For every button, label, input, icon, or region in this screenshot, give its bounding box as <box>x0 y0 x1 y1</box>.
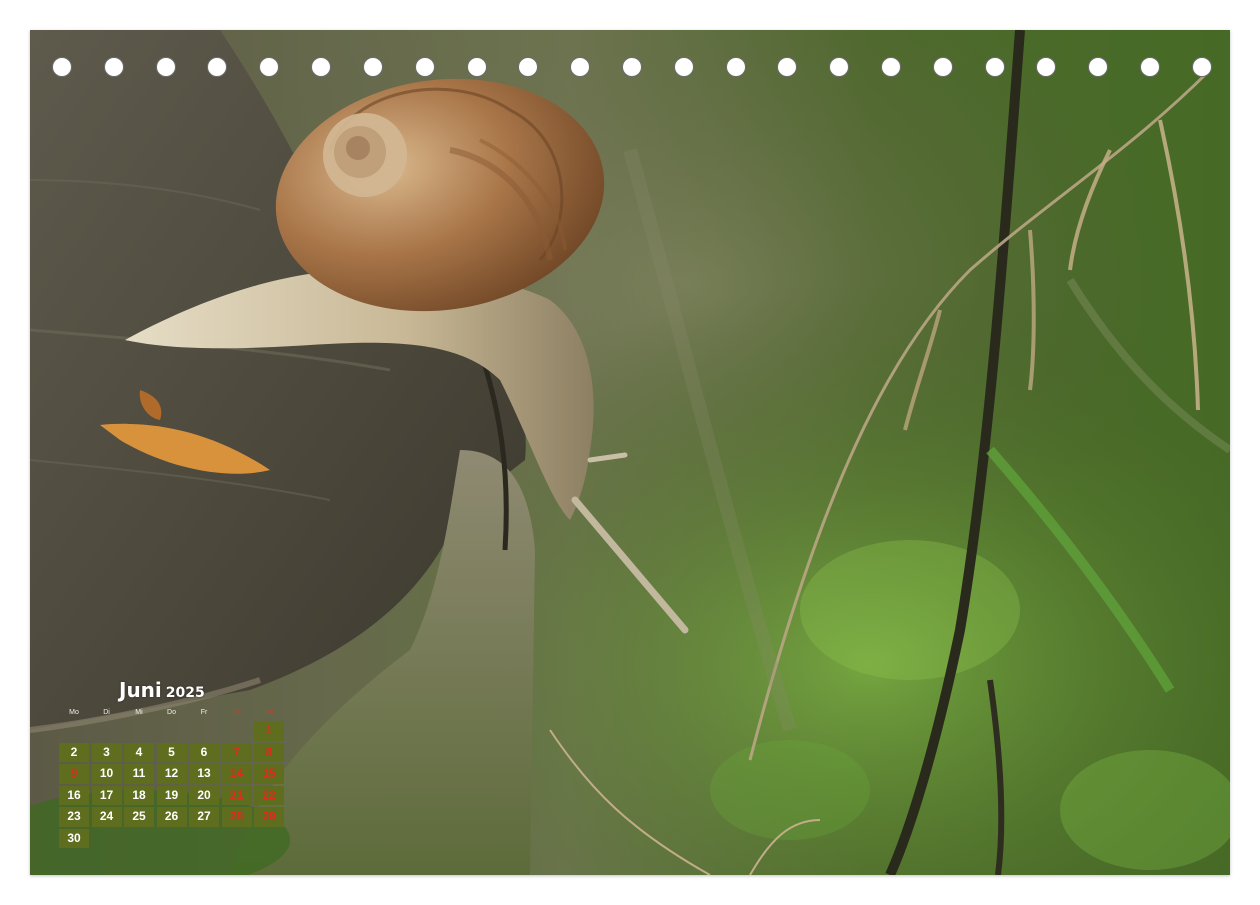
binding-hole <box>362 57 383 77</box>
day-cell: 8 <box>254 742 284 762</box>
day-cell: 20 <box>189 785 219 805</box>
binding-hole <box>777 57 798 77</box>
weekday-label: Di <box>103 709 110 716</box>
empty-day-cell <box>157 721 187 741</box>
day-cell: 5 <box>156 742 187 762</box>
weekday-label: So <box>264 709 274 716</box>
day-cell: 24 <box>91 807 122 827</box>
weekday-label: Fr <box>200 709 208 716</box>
empty-day-cell <box>124 829 154 849</box>
day-cell: 18 <box>124 785 154 805</box>
binding-hole <box>673 57 694 77</box>
binding-hole <box>414 57 435 77</box>
binding-hole <box>466 57 487 77</box>
day-cell: 3 <box>91 742 122 762</box>
binding-hole <box>259 57 280 77</box>
day-cell: 12 <box>156 764 187 784</box>
calendar-page: Juni 2025 Mo Di Mi Do Fr Sa So 1234567891… <box>30 30 1230 875</box>
binding-hole <box>932 57 953 77</box>
weekday-label: Do <box>167 709 176 716</box>
day-cell: 6 <box>189 742 219 762</box>
empty-day-cell <box>124 721 154 741</box>
binding-hole <box>570 57 591 77</box>
binding-hole <box>155 57 176 77</box>
empty-day-cell <box>254 829 284 849</box>
empty-day-cell <box>222 829 252 849</box>
binding-hole <box>829 57 850 77</box>
empty-day-cell <box>92 721 122 741</box>
binding-holes <box>52 55 1212 79</box>
weekday-label: Sa <box>232 709 241 716</box>
weekday-header: Mo Di Mi Do Fr Sa So <box>59 709 289 716</box>
calendar-title: Juni 2025 <box>119 678 205 702</box>
day-cell: 23 <box>59 807 89 827</box>
day-cell: 21 <box>221 785 252 805</box>
empty-day-cell <box>59 721 89 741</box>
day-cell: 11 <box>124 764 154 784</box>
day-cell: 4 <box>124 742 154 762</box>
empty-day-cell <box>189 721 219 741</box>
empty-day-cell <box>189 829 219 849</box>
binding-hole <box>984 57 1005 77</box>
weekday-label: Mo <box>69 709 79 716</box>
binding-hole <box>311 57 332 77</box>
binding-hole <box>103 57 124 77</box>
binding-hole <box>725 57 746 77</box>
day-cell: 14 <box>221 764 252 784</box>
empty-day-cell <box>157 829 187 849</box>
day-cell: 7 <box>221 742 252 762</box>
binding-hole <box>207 57 228 77</box>
day-cell: 17 <box>91 785 122 805</box>
empty-day-cell <box>222 721 252 741</box>
day-cell: 22 <box>254 785 284 805</box>
day-cell: 26 <box>156 807 187 827</box>
binding-hole <box>52 57 72 77</box>
day-cell: 25 <box>124 807 154 827</box>
day-cell: 2 <box>59 742 89 762</box>
binding-hole <box>518 57 539 77</box>
day-cell: 19 <box>156 785 187 805</box>
day-cell: 30 <box>59 828 89 848</box>
day-cell: 9 <box>59 764 89 784</box>
empty-day-cell <box>92 829 122 849</box>
day-cell: 16 <box>59 785 89 805</box>
day-cell: 10 <box>91 764 122 784</box>
binding-hole <box>881 57 901 77</box>
day-cell: 27 <box>189 807 219 827</box>
day-cell: 13 <box>189 764 219 784</box>
binding-hole <box>621 57 642 77</box>
day-cell: 1 <box>254 721 284 741</box>
day-grid: 1 2 3 4 5 6 7 8 9 10 11 12 13 14 15 16 17 18 19 20 21 22 23 24 2… <box>59 721 289 848</box>
day-cell: 15 <box>254 764 284 784</box>
binding-hole <box>1191 57 1212 77</box>
calendar-month: Juni <box>119 678 162 702</box>
binding-hole <box>1036 57 1057 77</box>
binding-hole <box>1088 57 1109 77</box>
month-calendar: Juni 2025 Mo Di Mi Do Fr Sa So 1234567891… <box>59 678 289 853</box>
day-cell: 29 <box>254 807 284 827</box>
binding-hole <box>1140 57 1161 77</box>
day-cell: 28 <box>221 807 252 827</box>
calendar-year: 2025 <box>165 685 205 701</box>
weekday-label: Mi <box>135 709 143 716</box>
